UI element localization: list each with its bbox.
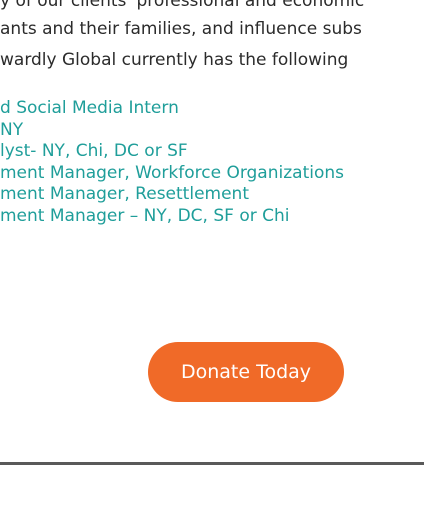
job-link-resettlement[interactable]: ment Manager, Resettlement [0, 184, 424, 206]
job-link-development-manager[interactable]: ment Manager – NY, DC, SF or Chi [0, 206, 424, 228]
job-link-workforce-organizations[interactable]: ment Manager, Workforce Organizations [0, 163, 424, 185]
list-item: d Social Media Intern [0, 98, 424, 120]
list-item: lyst- NY, Chi, DC or SF [0, 141, 424, 163]
list-item: ment Manager, Resettlement [0, 184, 424, 206]
list-item: ment Manager – NY, DC, SF or Chi [0, 206, 424, 228]
job-link-social-media-intern[interactable]: d Social Media Intern [0, 98, 424, 120]
job-link-ny[interactable]: NY [0, 120, 424, 142]
intro-line-2: wardly Global currently has the followin… [0, 50, 349, 70]
intro-line-0: y of our clients' professional and econo… [0, 0, 365, 11]
footer-divider [0, 462, 424, 465]
job-openings-list: d Social Media Intern NY lyst- NY, Chi, … [0, 98, 424, 227]
intro-line-1: ants and their families, and influence s… [0, 19, 362, 39]
donate-button[interactable]: Donate Today [148, 342, 344, 402]
list-item: NY [0, 120, 424, 142]
job-link-analyst[interactable]: lyst- NY, Chi, DC or SF [0, 141, 424, 163]
list-item: ment Manager, Workforce Organizations [0, 163, 424, 185]
intro-paragraph: y of our clients' professional and econo… [0, 0, 424, 90]
